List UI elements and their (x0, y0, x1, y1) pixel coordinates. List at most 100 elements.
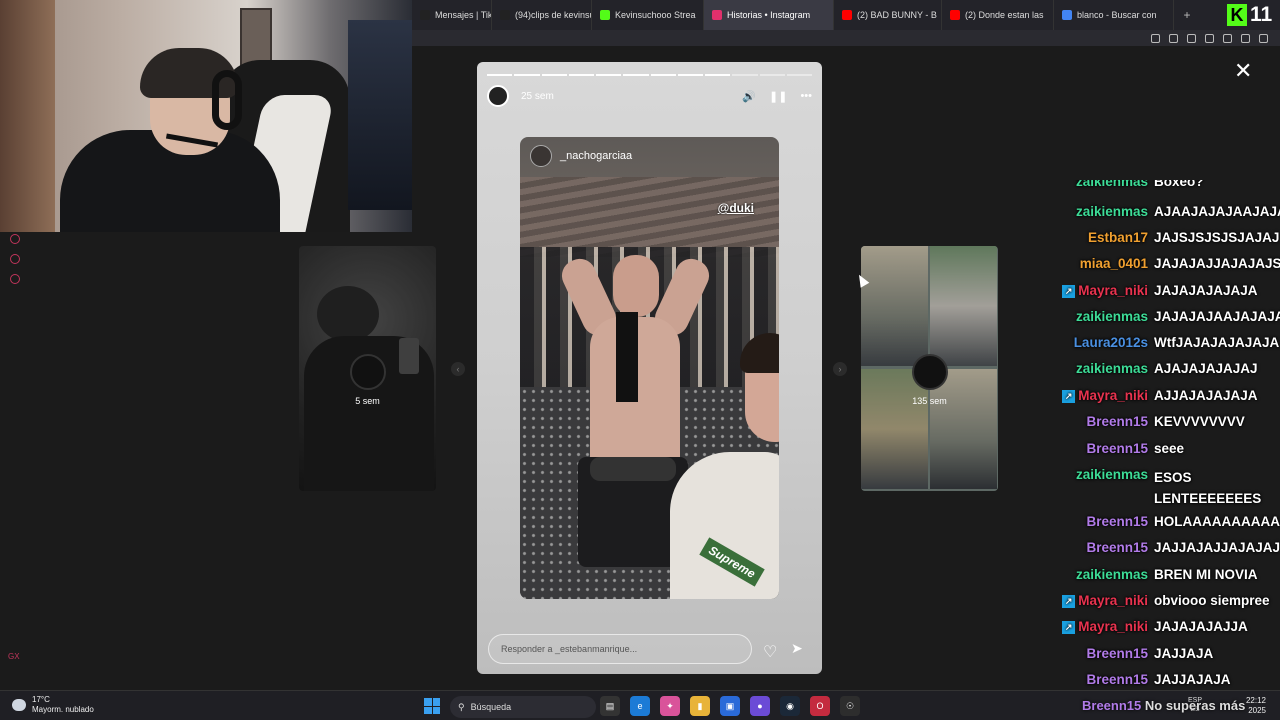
chat-user-wrap: ↗ Mayra_niki (1040, 388, 1148, 403)
menu-icon[interactable] (1259, 33, 1268, 43)
webcam-door (0, 0, 55, 232)
chat-username[interactable]: Laura2012s (1040, 335, 1148, 350)
copilot-icon[interactable]: ✦ (660, 696, 680, 716)
chat-username[interactable]: zaikienmas (1040, 309, 1148, 324)
selfie-person-shirt (670, 452, 779, 599)
instagram-icon (712, 10, 722, 20)
weather-widget[interactable]: 17°C Mayorm. nublado (12, 695, 94, 715)
browser-tab[interactable]: (2) BAD BUNNY - B (834, 0, 942, 30)
chat-username[interactable]: zaikienmas (1040, 567, 1148, 582)
heart-icon[interactable] (1223, 33, 1232, 43)
browser-tab[interactable]: Kevinsuchooo Strea (592, 0, 704, 30)
like-heart-icon[interactable]: ♡ (763, 642, 777, 662)
chat-message: Breenn15 KEVVVVVVVV (1040, 414, 1280, 429)
sidebar-history-icon[interactable] (10, 234, 20, 244)
sidebar-bookmark-icon[interactable] (10, 254, 20, 264)
next-story-arrow[interactable]: › (833, 362, 847, 376)
tiktok-icon (500, 10, 510, 20)
chat-message-text: seee (1154, 441, 1185, 456)
player-icon[interactable] (1205, 33, 1214, 43)
webcam-feed (0, 0, 412, 232)
tiktok-icon (420, 10, 430, 20)
file-explorer-icon[interactable]: ▮ (690, 696, 710, 716)
shared-post[interactable]: Supreme _nachogarciaa @duki (520, 137, 779, 599)
browser-toolbar (412, 30, 1280, 46)
browser-tab-label: (94)clips de kevinsu (515, 10, 592, 20)
opera-gx-icon[interactable]: O (810, 696, 830, 716)
new-tab-button[interactable]: + (1174, 8, 1200, 22)
chat-username[interactable]: Breenn15 (1040, 540, 1148, 555)
close-story-button[interactable]: ✕ (1234, 60, 1252, 82)
chat-username[interactable]: zaikienmas (1040, 361, 1148, 376)
edge-icon[interactable]: e (630, 696, 650, 716)
reply-input[interactable]: Responder a _estebanmanrique... (488, 634, 752, 664)
taskbar-search[interactable]: ⚲ Búsqueda (450, 696, 596, 718)
chat-username[interactable]: Breenn15 (1040, 441, 1148, 456)
chat-message-text: JAJAJAJJAJAJAJS (1154, 256, 1280, 271)
progress-segment (705, 74, 731, 76)
chat-username[interactable]: Mayra_niki (1078, 283, 1148, 298)
prime-badge-icon: ↗ (1062, 390, 1076, 403)
weather-description: Mayorm. nublado (32, 705, 94, 714)
kick-logo: K (1227, 4, 1247, 26)
preview-avatar (349, 354, 386, 390)
browser-tab[interactable]: (2) Donde estan las (942, 0, 1054, 30)
chat-message: Breenn15 JAJJAJA (1040, 646, 1280, 661)
chat-username[interactable]: zaikienmas (1040, 467, 1148, 509)
obs-icon[interactable]: ☉ (840, 696, 860, 716)
chat-username[interactable]: Mayra_niki (1078, 619, 1148, 634)
browser-tab-strip: Mensajes | TikTo (94)clips de kevinsu Kevi… (412, 0, 1280, 30)
pause-icon[interactable]: ❚❚ (769, 90, 787, 103)
extensions-icon[interactable] (1187, 33, 1196, 43)
task-view-icon[interactable]: ▤ (600, 696, 620, 716)
progress-segment (514, 74, 540, 76)
chat-username[interactable]: Breenn15 (1040, 646, 1148, 661)
story-viewer[interactable]: 25 sem 🔊 ❚❚ ••• Supreme _nachogarciaa @d… (477, 62, 822, 674)
browser-tab[interactable]: (94)clips de kevinsu (492, 0, 592, 30)
browser-tab[interactable]: blanco - Buscar con (1054, 0, 1174, 30)
preview-time: 5 sem (355, 396, 380, 406)
chat-message: zaikienmas AJAJAJAJAJAJ (1040, 361, 1280, 376)
discord-icon[interactable]: ● (750, 696, 770, 716)
send-icon[interactable]: ➤ (791, 640, 803, 657)
browser-tab[interactable]: Mensajes | TikTo (412, 0, 492, 30)
chat-message-text: JAJSJSJSJSJAJAJ (1154, 230, 1280, 245)
browser-tab[interactable]: Historias • Instagram (704, 0, 834, 30)
next-story-card[interactable]: 135 sem (861, 246, 998, 491)
store-icon[interactable]: ▣ (720, 696, 740, 716)
chat-username[interactable]: Mayra_niki (1078, 388, 1148, 403)
more-options-icon[interactable]: ••• (800, 90, 812, 102)
system-clock[interactable]: 22:12 2025 (1246, 696, 1266, 716)
webcam-background-shelf (348, 20, 412, 210)
weather-temp: 17°C (32, 695, 50, 704)
chat-username[interactable]: Estban17 (1040, 230, 1148, 245)
progress-segment (650, 74, 676, 76)
story-owner-avatar[interactable] (487, 85, 509, 107)
download-icon[interactable] (1241, 33, 1250, 43)
chat-username[interactable]: Breenn15 (1040, 514, 1148, 529)
bookmark-icon[interactable] (1151, 33, 1160, 43)
shared-username[interactable]: _nachogarciaa (560, 150, 632, 162)
previous-story-arrow[interactable]: ‹ (451, 362, 465, 376)
chat-message: ↗ Mayra_niki JAJAJAJAJAJA (1040, 283, 1280, 298)
mention-sticker[interactable]: @duki (718, 201, 754, 215)
chat-username[interactable]: Breenn15 (1040, 414, 1148, 429)
steam-icon[interactable]: ◉ (780, 696, 800, 716)
chat-username[interactable]: Breenn15 (1040, 672, 1148, 687)
chat-username[interactable]: Mayra_niki (1078, 593, 1148, 608)
windows-start-icon[interactable] (424, 698, 440, 714)
progress-segment (623, 74, 649, 76)
shared-user-avatar[interactable] (530, 145, 552, 167)
previous-story-card[interactable]: 5 sem (299, 246, 436, 491)
chat-username[interactable]: zaikienmas (1040, 180, 1148, 189)
chat-username[interactable]: miaa_0401 (1040, 256, 1148, 271)
chat-username[interactable]: zaikienmas (1040, 204, 1148, 219)
story-time: 25 sem (521, 90, 554, 102)
snapshot-icon[interactable] (1169, 33, 1178, 43)
volume-icon[interactable]: 🔊 (742, 90, 756, 103)
sidebar-settings-icon[interactable] (10, 274, 20, 284)
chat-message: ↗ Mayra_niki JAJAJAJAJJA (1040, 619, 1280, 634)
chat-message: Estban17 JAJSJSJSJSJAJAJ (1040, 230, 1280, 245)
chat-message: zaikienmas ESOS LENTEEEEEEES (1040, 467, 1280, 509)
headset (212, 70, 242, 130)
